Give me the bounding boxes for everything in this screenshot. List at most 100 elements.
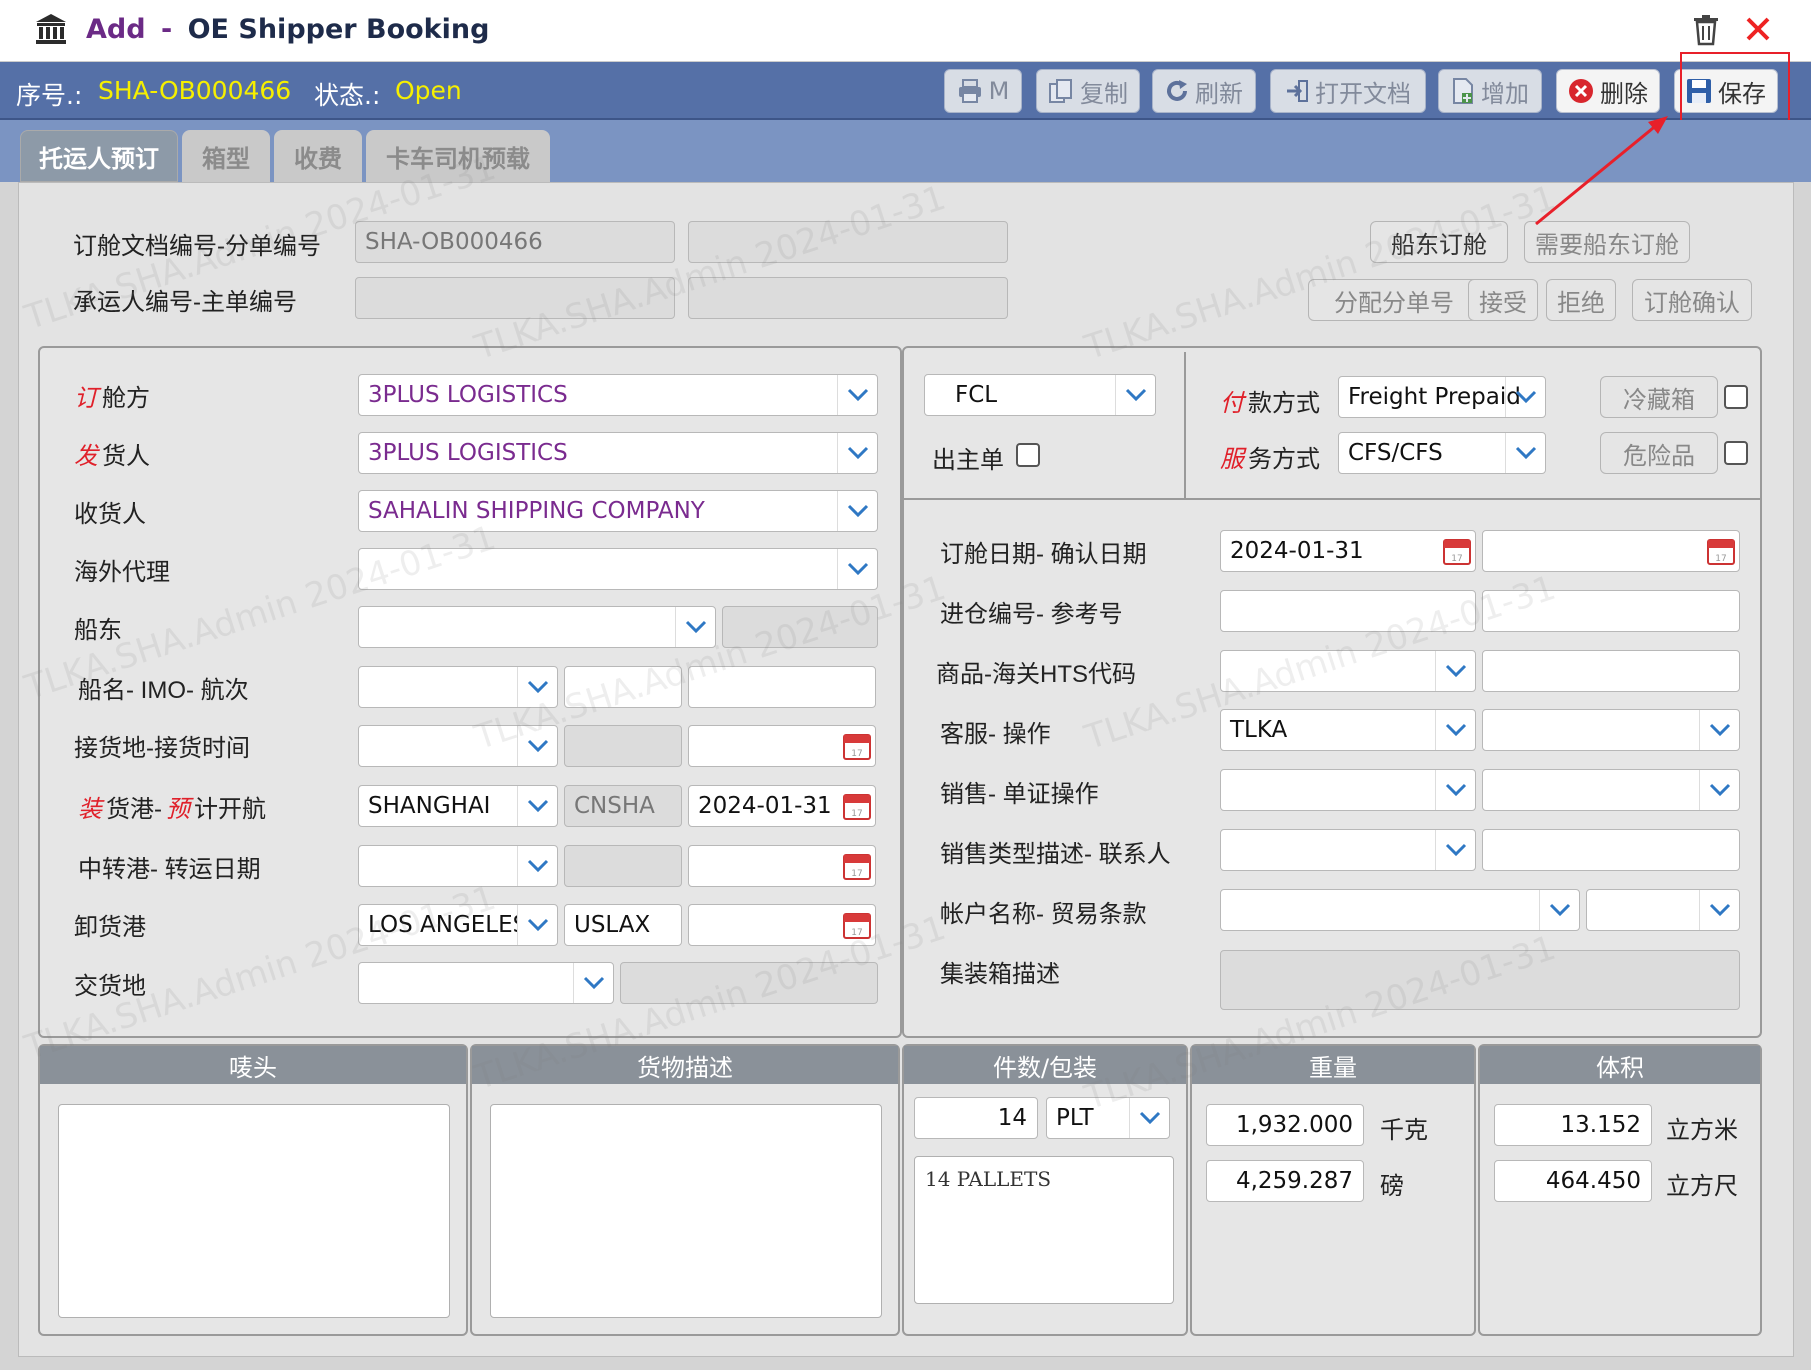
transship-date-field[interactable]: 17 (688, 845, 876, 887)
chevron-down-icon[interactable] (517, 905, 557, 945)
chevron-down-icon[interactable] (1435, 770, 1475, 810)
account-name-select[interactable] (1220, 889, 1580, 931)
doc-operator-select[interactable] (1482, 769, 1740, 811)
reject-button[interactable]: 拒绝 (1546, 279, 1616, 321)
chevron-down-icon[interactable] (1539, 890, 1579, 930)
contact-field[interactable] (1482, 829, 1740, 871)
booking-date-field[interactable]: 2024-01-31 17 (1220, 530, 1476, 572)
package-unit-select[interactable]: PLT (1046, 1097, 1170, 1139)
loading-port-select[interactable]: SHANGHAI (358, 785, 558, 827)
accept-button[interactable]: 接受 (1468, 279, 1538, 321)
commodity-select[interactable] (1220, 650, 1476, 692)
customer-service-select[interactable]: TLKA (1220, 709, 1476, 751)
carrier-select[interactable] (358, 606, 716, 648)
calendar-icon[interactable]: 17 (1707, 537, 1735, 565)
calendar-icon[interactable]: 17 (843, 792, 871, 820)
master-bill-checkbox[interactable] (1016, 443, 1040, 467)
carrier-booking-button[interactable]: 船东订舱 (1370, 221, 1508, 263)
hts-code-field[interactable] (1482, 650, 1740, 692)
weight-kg-field[interactable]: 1,932.000 (1206, 1104, 1364, 1146)
marks-textarea[interactable] (58, 1104, 450, 1318)
shipper-select[interactable]: 3PLUS LOGISTICS (358, 432, 878, 474)
consignee-select[interactable]: SAHALIN SHIPPING COMPANY (358, 490, 878, 532)
chevron-down-icon[interactable] (517, 846, 557, 886)
copy-button[interactable]: 复制 (1036, 69, 1140, 113)
vessel-select[interactable] (358, 666, 558, 708)
booking-party-select[interactable]: 3PLUS LOGISTICS (358, 374, 878, 416)
discharge-date-field[interactable]: 17 (688, 904, 876, 946)
chevron-down-icon[interactable] (1435, 830, 1475, 870)
discharge-port-code[interactable]: USLAX (564, 904, 682, 946)
select-value: SAHALIN SHIPPING COMPANY (368, 498, 705, 524)
booking-confirm-button[interactable]: 订舱确认 (1632, 279, 1752, 321)
chevron-down-icon[interactable] (1505, 377, 1545, 417)
weight-lb-field[interactable]: 4,259.287 (1206, 1160, 1364, 1202)
chevron-down-icon[interactable] (1435, 651, 1475, 691)
add-button[interactable]: 增加 (1438, 69, 1542, 113)
volume-cbm-field[interactable]: 13.152 (1494, 1104, 1652, 1146)
load-type-select[interactable]: FCL (924, 374, 1156, 416)
cargo-desc-textarea[interactable] (490, 1104, 882, 1318)
tab-container-type[interactable]: 箱型 (182, 130, 270, 182)
chevron-down-icon[interactable] (573, 963, 613, 1003)
dangerous-goods-button[interactable]: 危险品 (1600, 432, 1718, 474)
tab-shipper-booking[interactable]: 托运人预订 (20, 130, 178, 182)
discharge-port-select[interactable]: LOS ANGELES (358, 904, 558, 946)
trade-terms-select[interactable] (1586, 889, 1740, 931)
close-icon[interactable] (1745, 16, 1771, 42)
chevron-down-icon[interactable] (1699, 890, 1739, 930)
chevron-down-icon[interactable] (517, 667, 557, 707)
volume-cft-field[interactable]: 464.450 (1494, 1160, 1652, 1202)
overseas-agent-select[interactable] (358, 548, 878, 590)
chevron-down-icon[interactable] (675, 607, 715, 647)
sales-type-select[interactable] (1220, 829, 1476, 871)
tab-label: 托运人预订 (39, 144, 159, 173)
chevron-down-icon[interactable] (837, 375, 877, 415)
receipt-place-select[interactable] (358, 725, 558, 767)
reefer-checkbox[interactable] (1724, 385, 1748, 409)
transship-port-select[interactable] (358, 845, 558, 887)
chevron-down-icon[interactable] (837, 549, 877, 589)
chevron-down-icon[interactable] (837, 433, 877, 473)
sales-select[interactable] (1220, 769, 1476, 811)
warehouse-no-field[interactable] (1220, 590, 1476, 632)
dangerous-goods-checkbox[interactable] (1724, 441, 1748, 465)
payment-method-select[interactable]: Freight Prepaid (1338, 376, 1546, 418)
delivery-place-select[interactable] (358, 962, 614, 1004)
operator-select[interactable] (1482, 709, 1740, 751)
chevron-down-icon[interactable] (837, 491, 877, 531)
tab-charges[interactable]: 收费 (274, 130, 362, 182)
open-document-button[interactable]: 打开文档 (1270, 69, 1426, 113)
package-count-field[interactable]: 14 (914, 1097, 1038, 1139)
service-type-label: 服务方式 (1220, 439, 1320, 474)
etd-date-field[interactable]: 2024-01-31 17 (688, 785, 876, 827)
voyage-field[interactable] (688, 666, 876, 708)
calendar-icon[interactable]: 17 (843, 732, 871, 760)
reference-no-field[interactable] (1482, 590, 1740, 632)
calendar-icon[interactable]: 17 (843, 911, 871, 939)
select-value: 3PLUS LOGISTICS (368, 440, 568, 466)
loading-port-label: 装货港- 预计开航 (78, 789, 266, 824)
assign-house-bill-button[interactable]: 分配分单号 (1308, 279, 1480, 321)
chevron-down-icon[interactable] (1435, 710, 1475, 750)
chevron-down-icon[interactable] (517, 726, 557, 766)
refresh-button[interactable]: 刷新 (1152, 69, 1256, 113)
chevron-down-icon[interactable] (1115, 375, 1155, 415)
calendar-icon[interactable]: 17 (1443, 537, 1471, 565)
chevron-down-icon[interactable] (1129, 1098, 1169, 1138)
chevron-down-icon[interactable] (1505, 433, 1545, 473)
reefer-button[interactable]: 冷藏箱 (1600, 376, 1718, 418)
receipt-date-field[interactable]: 17 (688, 725, 876, 767)
trash-icon[interactable] (1692, 14, 1720, 46)
imo-field[interactable] (564, 666, 682, 708)
chevron-down-icon[interactable] (517, 786, 557, 826)
delete-button[interactable]: 删除 (1556, 69, 1660, 113)
calendar-icon[interactable]: 17 (843, 852, 871, 880)
print-button[interactable]: M (944, 69, 1022, 113)
tab-truck-driver-preload[interactable]: 卡车司机预载 (366, 130, 550, 182)
service-type-select[interactable]: CFS/CFS (1338, 432, 1546, 474)
chevron-down-icon[interactable] (1699, 770, 1739, 810)
confirm-date-field[interactable]: 17 (1482, 530, 1740, 572)
chevron-down-icon[interactable] (1699, 710, 1739, 750)
package-desc-textarea[interactable]: 14 PALLETS (914, 1156, 1174, 1304)
